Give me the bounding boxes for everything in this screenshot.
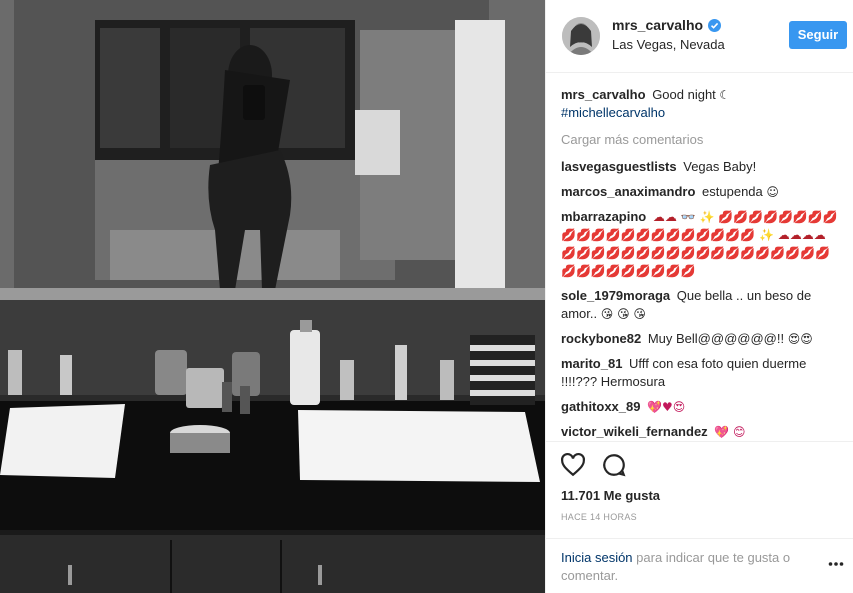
more-options-icon[interactable] [828, 561, 844, 567]
post-header: mrs_carvalho Las Vegas, Nevada Seguir [546, 0, 853, 73]
comment-item: lasvegasguestlists Vegas Baby! [561, 158, 843, 176]
comment-username[interactable]: marcos_anaximandro [561, 184, 695, 199]
post-actions: 11.701 Me gusta HACE 14 HORAS Inicia ses… [546, 441, 853, 593]
heart-icon[interactable] [560, 452, 586, 478]
comment-username[interactable]: lasvegasguestlists [561, 159, 677, 174]
comments-list[interactable]: mrs_carvalho Good night ☾ #michellecarva… [561, 86, 843, 441]
bathroom-mirror-selfie-image [0, 0, 545, 593]
comment-text: Muy Bell@@@@@@!! [647, 331, 785, 346]
comment-item: mbarrazapino ☁☁ 👓 ✨ 💋💋💋💋💋💋💋💋💋💋💋💋💋💋💋💋💋💋💋💋… [561, 208, 843, 280]
comment-item: gathitoxx_89 💖♥😍 [561, 398, 843, 416]
caption-text: Good night [652, 87, 716, 102]
comment-emoji: 😍😍 [787, 332, 813, 346]
login-link[interactable]: Inicia sesión [561, 550, 633, 565]
post-sidebar: mrs_carvalho Las Vegas, Nevada Seguir mr… [545, 0, 853, 593]
caption-username[interactable]: mrs_carvalho [561, 87, 646, 102]
comment-username[interactable]: victor_wikeli_fernandez [561, 424, 708, 439]
comment-emoji: ☺ [766, 185, 779, 199]
verified-badge-icon [708, 18, 722, 32]
comment-username[interactable]: marito_81 [561, 356, 622, 371]
moon-emoji: ☾ [719, 88, 731, 102]
comment-emoji: 💖♥😍 [647, 400, 686, 414]
follow-button[interactable]: Seguir [789, 21, 847, 49]
comment-text: Vegas Baby! [683, 159, 757, 174]
comment-bubble-icon[interactable] [601, 452, 627, 478]
comment-username[interactable]: mbarrazapino [561, 209, 646, 224]
load-more-comments-button[interactable]: Cargar más comentarios [561, 131, 843, 149]
comment-username[interactable]: rockybone82 [561, 331, 641, 346]
post-timestamp[interactable]: HACE 14 HORAS [561, 512, 637, 522]
comment-text: estupenda [702, 184, 763, 199]
caption: mrs_carvalho Good night ☾ #michellecarva… [561, 86, 843, 122]
comment-item: marcos_anaximandro estupenda ☺ [561, 183, 843, 201]
likes-count[interactable]: 11.701 Me gusta [561, 488, 660, 503]
login-prompt-text: Inicia sesión para indicar que te gusta … [561, 549, 816, 585]
avatar-image [562, 17, 600, 55]
post-photo[interactable] [0, 0, 545, 593]
comment-emoji: 😘 😘 😘 [600, 307, 646, 321]
hashtag-link[interactable]: #michellecarvalho [561, 104, 843, 122]
comment-item: sole_1979moraga Que bella .. un beso de … [561, 287, 843, 323]
avatar[interactable] [562, 17, 600, 55]
username-row: mrs_carvalho [612, 17, 722, 33]
username-link[interactable]: mrs_carvalho [612, 17, 703, 33]
comment-item: marito_81 Ufff con esa foto quien duerme… [561, 355, 843, 391]
comment-username[interactable]: gathitoxx_89 [561, 399, 640, 414]
comment-item: victor_wikeli_fernandez 💖 😊 [561, 423, 843, 441]
comment-emoji: 💖 😊 [714, 425, 746, 439]
location-link[interactable]: Las Vegas, Nevada [612, 37, 725, 52]
login-prompt: Inicia sesión para indicar que te gusta … [546, 538, 853, 583]
comment-item: rockybone82 Muy Bell@@@@@@!! 😍😍 [561, 330, 843, 348]
comment-username[interactable]: sole_1979moraga [561, 288, 670, 303]
